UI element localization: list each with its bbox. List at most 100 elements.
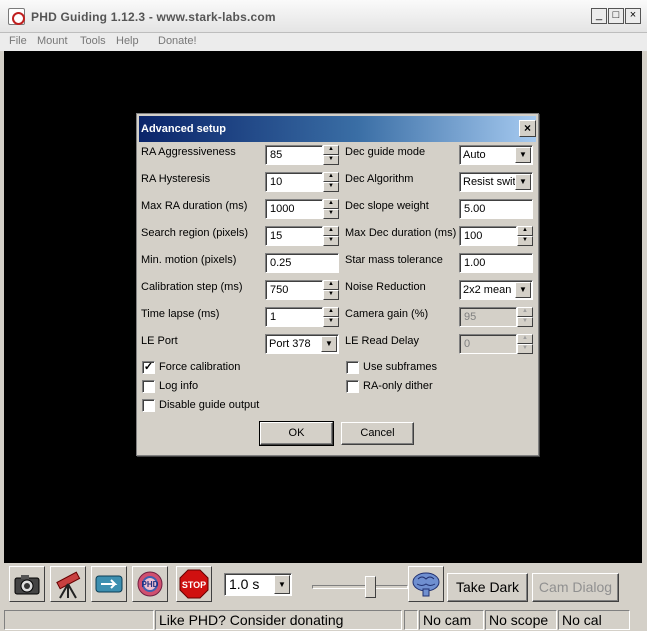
spin-down-icon: ▼	[517, 317, 533, 327]
use-subframes-checkbox[interactable]	[346, 361, 359, 374]
ok-button[interactable]: OK	[259, 421, 334, 446]
spin-down-icon[interactable]: ▼	[517, 236, 533, 246]
spin-down-icon[interactable]: ▼	[323, 155, 339, 165]
dec-slope-weight-label: Dec slope weight	[345, 200, 429, 212]
ra-aggressiveness-input[interactable]: 85	[265, 145, 323, 165]
menu-mount[interactable]: Mount	[37, 35, 68, 47]
search-region-input[interactable]: 15	[265, 226, 323, 246]
star-mass-tolerance-input[interactable]: 1.00	[459, 253, 533, 273]
spin-down-icon[interactable]: ▼	[323, 290, 339, 300]
loop-button[interactable]	[91, 566, 127, 602]
menu-help[interactable]: Help	[116, 35, 139, 47]
spin-up-icon[interactable]: ▲	[517, 226, 533, 236]
ra-hysteresis-input[interactable]: 10	[265, 172, 323, 192]
max-ra-duration-label: Max RA duration (ms)	[141, 200, 248, 212]
dialog-close-button[interactable]: ×	[519, 120, 536, 137]
status-pane-small	[404, 610, 418, 630]
close-button[interactable]: ×	[625, 8, 641, 24]
search-region-spinner[interactable]: ▲ ▼	[323, 226, 339, 246]
stop-button[interactable]: STOP	[176, 566, 212, 602]
loop-icon	[95, 575, 123, 593]
ra-aggressiveness-spinner[interactable]: ▲ ▼	[323, 145, 339, 165]
telescope-button[interactable]	[50, 566, 86, 602]
spin-up-icon[interactable]: ▲	[323, 226, 339, 236]
ra-only-dither-checkbox[interactable]	[346, 380, 359, 393]
dec-algorithm-label: Dec Algorithm	[345, 173, 414, 185]
menu-donate[interactable]: Donate!	[158, 35, 197, 47]
ra-hysteresis-spinner[interactable]: ▲ ▼	[323, 172, 339, 192]
calibration-step-label: Calibration step (ms)	[141, 281, 243, 293]
le-read-delay-input: 0	[459, 334, 517, 354]
camera-gain-spinner: ▲ ▼	[517, 307, 533, 327]
noise-reduction-value: 2x2 mean	[463, 284, 512, 296]
cam-dialog-button: Cam Dialog	[532, 573, 619, 602]
exposure-duration-select[interactable]: 1.0 s ▼	[224, 573, 292, 596]
time-lapse-input[interactable]: 1	[265, 307, 323, 327]
spin-down-icon[interactable]: ▼	[323, 236, 339, 246]
dialog-title-bar: Advanced setup ×	[139, 116, 536, 142]
camera-button[interactable]	[9, 566, 45, 602]
star-mass-tolerance-label: Star mass tolerance	[345, 254, 443, 266]
spin-down-icon[interactable]: ▼	[323, 209, 339, 219]
dec-guide-mode-select[interactable]: Auto ▼	[459, 145, 533, 165]
dialog-title: Advanced setup	[141, 123, 226, 135]
le-read-delay-spinner: ▲ ▼	[517, 334, 533, 354]
dec-slope-weight-input[interactable]: 5.00	[459, 199, 533, 219]
checkmark-icon: ✓	[143, 361, 154, 373]
calibration-step-input[interactable]: 750	[265, 280, 323, 300]
window-title: PHD Guiding 1.12.3 - www.stark-labs.com	[31, 10, 276, 24]
min-motion-input[interactable]: 0.25	[265, 253, 339, 273]
time-lapse-spinner[interactable]: ▲ ▼	[323, 307, 339, 327]
max-dec-duration-label: Max Dec duration (ms)	[345, 227, 457, 239]
max-dec-duration-input[interactable]: 100	[459, 226, 517, 246]
brain-icon	[412, 572, 440, 597]
noise-reduction-label: Noise Reduction	[345, 281, 426, 293]
log-info-checkbox[interactable]	[142, 380, 155, 393]
chevron-down-icon[interactable]: ▼	[321, 336, 337, 352]
chevron-down-icon[interactable]: ▼	[274, 575, 290, 594]
search-region-label: Search region (pixels)	[141, 227, 248, 239]
le-port-select[interactable]: Port 378 ▼	[265, 334, 339, 354]
max-ra-duration-input[interactable]: 1000	[265, 199, 323, 219]
spin-up-icon[interactable]: ▲	[323, 172, 339, 182]
noise-reduction-select[interactable]: 2x2 mean ▼	[459, 280, 533, 300]
force-calibration-checkbox[interactable]: ✓	[142, 361, 155, 374]
spin-up-icon: ▲	[517, 334, 533, 344]
dec-algorithm-select[interactable]: Resist switch ▼	[459, 172, 533, 192]
status-calibration: No cal	[558, 610, 630, 630]
disable-guide-output-checkbox[interactable]	[142, 399, 155, 412]
spin-up-icon[interactable]: ▲	[323, 280, 339, 290]
camera-gain-label: Camera gain (%)	[345, 308, 429, 320]
spin-down-icon: ▼	[517, 344, 533, 354]
minimize-button[interactable]: _	[591, 8, 607, 24]
chevron-down-icon[interactable]: ▼	[515, 174, 531, 190]
status-camera: No cam	[419, 610, 484, 630]
brain-button[interactable]	[408, 566, 444, 602]
spin-up-icon[interactable]: ▲	[323, 307, 339, 317]
max-dec-duration-spinner[interactable]: ▲ ▼	[517, 226, 533, 246]
le-port-label: LE Port	[141, 335, 178, 347]
chevron-down-icon[interactable]: ▼	[515, 147, 531, 163]
max-ra-duration-spinner[interactable]: ▲ ▼	[323, 199, 339, 219]
menu-tools[interactable]: Tools	[80, 35, 106, 47]
chevron-down-icon[interactable]: ▼	[515, 282, 531, 298]
spin-up-icon[interactable]: ▲	[323, 145, 339, 155]
calibration-step-spinner[interactable]: ▲ ▼	[323, 280, 339, 300]
min-motion-label: Min. motion (pixels)	[141, 254, 237, 266]
status-scope: No scope	[485, 610, 557, 630]
spin-down-icon[interactable]: ▼	[323, 182, 339, 192]
spin-down-icon[interactable]: ▼	[323, 317, 339, 327]
guide-button[interactable]: PHD	[132, 566, 168, 602]
maximize-button[interactable]: □	[608, 8, 624, 24]
spin-up-icon[interactable]: ▲	[323, 199, 339, 209]
camera-icon	[14, 575, 40, 595]
menu-file[interactable]: File	[9, 35, 27, 47]
menu-bar: File Mount Tools Help Donate!	[0, 33, 647, 51]
ra-only-dither-label: RA-only dither	[363, 380, 433, 392]
gamma-slider-thumb[interactable]	[365, 576, 376, 598]
gamma-slider-track[interactable]	[312, 585, 408, 589]
use-subframes-label: Use subframes	[363, 361, 437, 373]
cancel-button[interactable]: Cancel	[341, 422, 414, 445]
take-dark-button[interactable]: Take Dark	[447, 573, 528, 602]
title-bar: PHD Guiding 1.12.3 - www.stark-labs.com …	[0, 0, 647, 33]
